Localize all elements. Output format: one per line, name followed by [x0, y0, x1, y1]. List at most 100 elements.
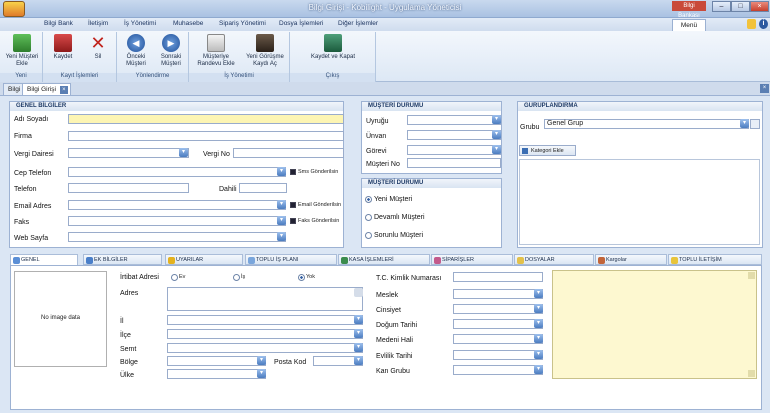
chevron-down-icon[interactable]: ▾	[257, 369, 266, 378]
photo-box[interactable]: No image data	[14, 271, 107, 367]
chevron-down-icon[interactable]: ▾	[534, 350, 543, 359]
devamli-musteri-radio[interactable]	[365, 214, 372, 221]
email-checkbox[interactable]	[290, 202, 296, 208]
chevron-down-icon[interactable]: ▾	[354, 329, 363, 338]
sonraki-musteri-button[interactable]: ▶ Sonraki Müşteri	[155, 34, 187, 68]
chevron-down-icon[interactable]: ▾	[354, 356, 363, 365]
faks-input[interactable]	[68, 216, 286, 226]
musteriye-randevu-ekle-button[interactable]: Müşteriye Randevu Ekle	[192, 34, 240, 68]
sorunlu-musteri-radio[interactable]	[365, 232, 372, 239]
bolge-select[interactable]	[167, 356, 266, 366]
tab-ek-bilgiler[interactable]: EK BİLGİLER	[83, 254, 162, 265]
ribbon-group-is-yonetimi: Müşteriye Randevu Ekle Yeni Görüşme Kayd…	[189, 32, 290, 82]
info-icon[interactable]: i	[759, 19, 768, 29]
irtibat-yok-radio[interactable]	[298, 274, 305, 281]
tab-toplu-is-plani[interactable]: TOPLU İŞ PLANI	[245, 254, 337, 265]
tab-siparisler[interactable]: SİPARİŞLER	[431, 254, 513, 265]
ulke-select[interactable]	[167, 369, 266, 379]
chevron-down-icon[interactable]: ▾	[534, 365, 543, 374]
irtibat-ev-radio[interactable]	[171, 274, 178, 281]
chevron-down-icon[interactable]: ▾	[492, 145, 501, 154]
email-adres-input[interactable]	[68, 200, 286, 210]
evlilik-tarihi-select[interactable]	[453, 350, 543, 360]
menu-diger-islemler[interactable]: Diğer İşlemler	[338, 20, 378, 27]
tab-kargolar[interactable]: Kargolar	[595, 254, 667, 265]
il-select[interactable]	[167, 315, 363, 325]
chevron-down-icon[interactable]: ▾	[277, 167, 286, 176]
ellipsis-icon[interactable]	[750, 119, 760, 129]
chevron-down-icon[interactable]: ▾	[277, 216, 286, 225]
cep-telefon-input[interactable]	[68, 167, 286, 177]
tc-kimlik-input[interactable]	[453, 272, 543, 282]
scroll-up-icon[interactable]	[748, 272, 755, 279]
tab-menu[interactable]: Menü	[672, 19, 706, 31]
medeni-hali-select[interactable]	[453, 334, 543, 344]
menu-is-yonetimi[interactable]: İş Yönetimi	[124, 20, 156, 27]
chevron-down-icon[interactable]: ▾	[492, 130, 501, 139]
tab-bilgi-girisi[interactable]: Bilgi Girişi ×	[22, 83, 71, 95]
onceki-musteri-button[interactable]: ◀ Önceki Müşteri	[120, 34, 152, 68]
adi-soyadi-input[interactable]	[68, 114, 344, 124]
web-sayfa-input[interactable]	[68, 232, 286, 242]
sil-button[interactable]: ✕ Sil	[83, 34, 113, 61]
chevron-down-icon[interactable]: ▾	[492, 115, 501, 124]
chevron-down-icon[interactable]: ▾	[179, 148, 188, 157]
lightbulb-icon[interactable]	[747, 19, 756, 29]
chevron-down-icon[interactable]: ▾	[257, 356, 266, 365]
irtibat-is-radio[interactable]	[233, 274, 240, 281]
faks-checkbox[interactable]	[290, 218, 296, 224]
semt-select[interactable]	[167, 343, 363, 353]
dahili-input[interactable]	[239, 183, 287, 193]
meslek-select[interactable]	[453, 289, 543, 299]
tab-dosyalar[interactable]: DOSYALAR	[514, 254, 594, 265]
chevron-down-icon[interactable]: ▾	[277, 232, 286, 241]
unvan-select[interactable]	[407, 130, 501, 140]
dogum-tarihi-select[interactable]	[453, 319, 543, 329]
maximize-icon[interactable]: □	[731, 1, 750, 12]
tab-uyarilar[interactable]: UYARILAR	[165, 254, 243, 265]
notes-area[interactable]	[552, 270, 757, 379]
tab-kasa-islemleri[interactable]: KASA İŞLEMLERİ	[338, 254, 430, 265]
kan-grubu-select[interactable]	[453, 365, 543, 375]
yeni-musteri-radio[interactable]	[365, 196, 372, 203]
cinsiyet-select[interactable]	[453, 304, 543, 314]
close-document-icon[interactable]: ×	[760, 84, 769, 93]
chevron-down-icon[interactable]: ▾	[534, 319, 543, 328]
kaydet-button[interactable]: Kaydet	[47, 34, 79, 61]
firma-input[interactable]	[68, 131, 344, 141]
tab-genel[interactable]: GENEL	[10, 254, 78, 265]
vergi-no-input[interactable]	[233, 148, 344, 158]
chevron-down-icon[interactable]: ▾	[534, 334, 543, 343]
chevron-down-icon[interactable]: ▾	[354, 343, 363, 352]
sms-checkbox[interactable]	[290, 169, 296, 175]
tab-close-icon[interactable]: ×	[59, 86, 68, 94]
ilce-select[interactable]	[167, 329, 363, 339]
minimize-icon[interactable]: –	[712, 1, 731, 12]
kategori-ekle-button[interactable]: Kategori Ekle	[519, 145, 576, 156]
chevron-down-icon[interactable]: ▾	[354, 315, 363, 324]
menu-siparis-yonetimi[interactable]: Sipariş Yönetimi	[219, 20, 266, 27]
chevron-down-icon[interactable]: ▾	[534, 304, 543, 313]
yeni-musteri-ekle-button[interactable]: Yeni Müşteri Ekle	[2, 34, 42, 68]
chevron-down-icon[interactable]: ▾	[277, 200, 286, 209]
grubu-select[interactable]: Genel Grup	[544, 119, 749, 129]
chevron-down-icon[interactable]: ▾	[740, 119, 749, 128]
menu-dosya-islemleri[interactable]: Dosya İşlemleri	[279, 20, 323, 27]
menu-iletisim[interactable]: İletişim	[88, 20, 108, 27]
scroll-down-icon[interactable]	[748, 370, 755, 377]
kaydet-ve-kapat-button[interactable]: Kaydet ve Kapat	[300, 34, 366, 61]
uyrugu-select[interactable]	[407, 115, 501, 125]
menu-muhasebe[interactable]: Muhasebe	[173, 20, 203, 27]
telefon-input[interactable]	[68, 183, 189, 193]
chevron-down-icon[interactable]: ▾	[534, 289, 543, 298]
tab-toplu-iletisim[interactable]: TOPLU İLETİŞİM	[668, 254, 762, 265]
ellipsis-icon[interactable]	[354, 288, 363, 297]
yeni-gorusme-kaydi-button[interactable]: Yeni Görüşme Kaydı Aç	[241, 34, 289, 68]
close-icon[interactable]: ×	[750, 1, 769, 12]
menu-bilgi-bank[interactable]: Bilgi Bank	[44, 20, 73, 27]
gorevi-select[interactable]	[407, 145, 501, 155]
vergi-dairesi-select[interactable]	[68, 148, 189, 158]
kategori-list[interactable]	[519, 159, 760, 245]
adres-textarea[interactable]	[167, 287, 363, 311]
musteri-no-input[interactable]	[407, 158, 501, 168]
